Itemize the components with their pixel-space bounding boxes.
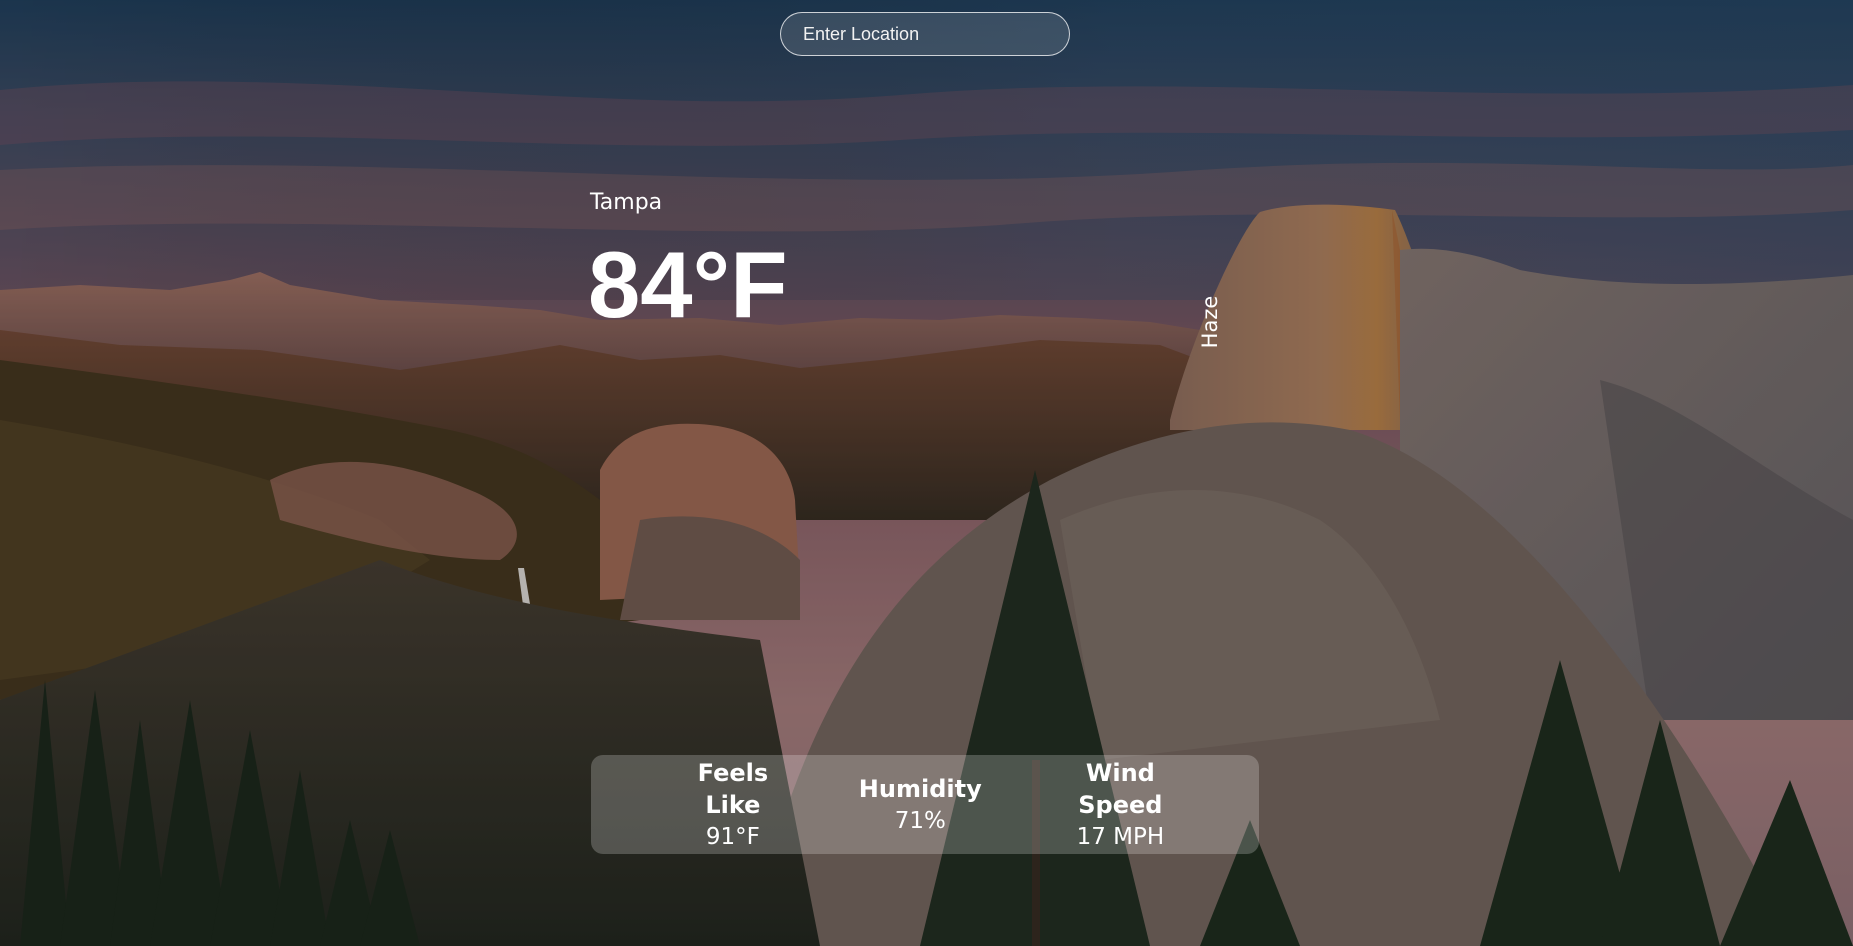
stat-value: 71% <box>894 807 946 834</box>
weather-condition: Haze <box>1198 290 1224 350</box>
temperature-readout: 84°F <box>588 232 788 337</box>
stat-value: 91°F <box>705 823 760 850</box>
stat-label: Humidity <box>858 774 982 803</box>
location-search-input[interactable] <box>780 12 1070 56</box>
weather-condition-label: Haze <box>1198 295 1222 349</box>
location-name: Tampa <box>590 190 663 215</box>
stat-label: Wind Speed <box>1078 758 1163 819</box>
weather-stats-panel: Feels Like 91°F Humidity 71% Wind Speed … <box>591 755 1259 854</box>
stat-wind-speed: Wind Speed 17 MPH <box>1046 757 1195 853</box>
stat-label: Feels Like <box>697 758 769 819</box>
search-bar <box>780 12 1070 56</box>
stat-feels-like: Feels Like 91°F <box>671 757 795 853</box>
stat-value: 17 MPH <box>1076 823 1165 850</box>
stat-humidity: Humidity 71% <box>859 773 982 837</box>
